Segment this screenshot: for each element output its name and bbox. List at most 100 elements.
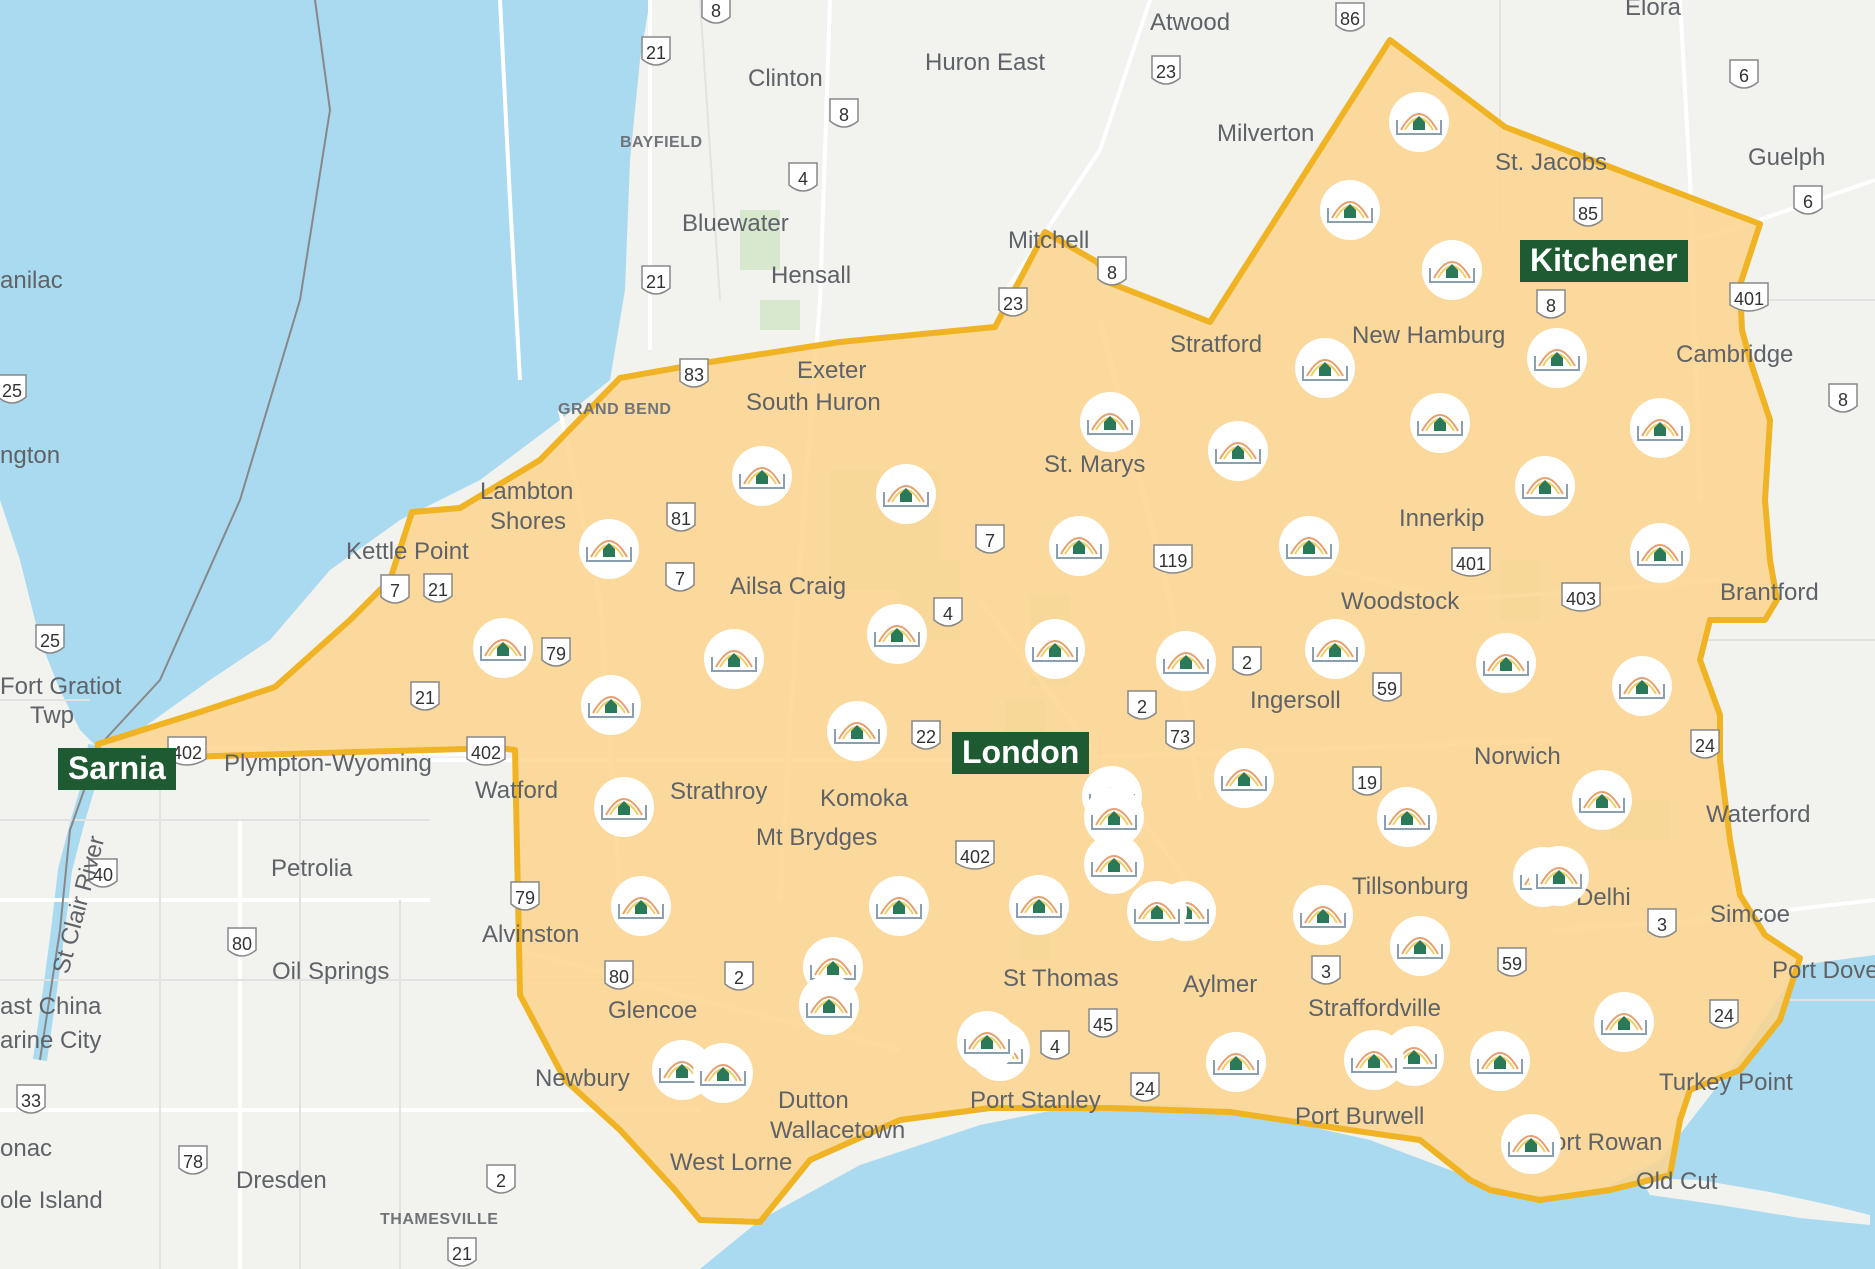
- basemap: 8 8621823 64216858823 40183825817119 4014037…: [0, 0, 1875, 1269]
- location-marker[interactable]: [693, 1043, 753, 1103]
- place-label-lexington: ngton: [0, 442, 60, 469]
- svg-text:6: 6: [1803, 192, 1813, 212]
- location-marker[interactable]: [827, 701, 887, 761]
- location-marker[interactable]: [594, 777, 654, 837]
- route-shield: 23: [1151, 55, 1181, 85]
- svg-text:402: 402: [960, 847, 990, 867]
- place-label-elora: Elora: [1625, 0, 1682, 21]
- svg-text:3: 3: [1321, 962, 1331, 982]
- place-label-woodstock: Woodstock: [1341, 588, 1460, 615]
- place-label-south-huron: South Huron: [746, 389, 881, 416]
- location-marker[interactable]: [869, 876, 929, 936]
- svg-text:85: 85: [1578, 204, 1598, 224]
- location-marker[interactable]: [1527, 328, 1587, 388]
- location-marker[interactable]: [1410, 393, 1470, 453]
- location-marker[interactable]: [1084, 834, 1144, 894]
- route-shield: 24: [1709, 999, 1739, 1029]
- route-shield: 2: [486, 1164, 516, 1194]
- location-marker[interactable]: [611, 876, 671, 936]
- place-label-st-thomas: St Thomas: [1003, 965, 1119, 992]
- route-shield: 22: [911, 720, 941, 750]
- location-marker[interactable]: [1320, 180, 1380, 240]
- route-shield: 80: [227, 927, 257, 957]
- place-label-waterford: Waterford: [1706, 801, 1810, 828]
- location-marker[interactable]: [1476, 633, 1536, 693]
- svg-text:45: 45: [1093, 1015, 1113, 1035]
- location-marker[interactable]: [1049, 516, 1109, 576]
- location-marker[interactable]: [732, 446, 792, 506]
- location-marker[interactable]: [1501, 1114, 1561, 1174]
- location-marker[interactable]: [1612, 656, 1672, 716]
- route-shield: 6: [1793, 185, 1823, 215]
- route-shield: 7: [380, 574, 410, 604]
- svg-text:21: 21: [646, 272, 666, 292]
- place-label-glencoe: Glencoe: [608, 997, 697, 1024]
- location-marker[interactable]: [1389, 92, 1449, 152]
- place-label-atwood: Atwood: [1150, 9, 1230, 36]
- svg-text:73: 73: [1170, 727, 1190, 747]
- city-label-london[interactable]: London: [952, 732, 1090, 774]
- svg-text:25: 25: [40, 631, 60, 651]
- location-marker[interactable]: [1305, 619, 1365, 679]
- service-area-map[interactable]: 8 86 21 8 23 6 4 21 6 85 8 8 23 401 83 8 25 81 7 119 401 403 7…: [0, 0, 1875, 1269]
- svg-text:8: 8: [839, 105, 849, 125]
- route-shield: 21: [410, 681, 440, 711]
- location-marker[interactable]: [1279, 516, 1339, 576]
- location-marker[interactable]: [1214, 748, 1274, 808]
- place-label-milverton: Milverton: [1217, 120, 1314, 147]
- location-marker[interactable]: [1344, 1030, 1404, 1090]
- svg-text:8: 8: [1107, 263, 1117, 283]
- place-label-straffordville: Straffordville: [1308, 995, 1441, 1022]
- location-marker[interactable]: [1127, 881, 1187, 941]
- place-label-st-jacobs: St. Jacobs: [1495, 149, 1607, 176]
- place-label-st-marys: St. Marys: [1044, 451, 1145, 478]
- location-marker[interactable]: [704, 629, 764, 689]
- location-marker[interactable]: [473, 618, 533, 678]
- place-label-fort-gratiot-2: Twp: [30, 702, 74, 729]
- svg-text:59: 59: [1377, 679, 1397, 699]
- location-marker[interactable]: [957, 1011, 1017, 1071]
- route-shield: 79: [510, 881, 540, 911]
- location-marker[interactable]: [1529, 846, 1589, 906]
- place-label-mt-brydges: Mt Brydges: [756, 824, 877, 851]
- location-marker[interactable]: [1630, 523, 1690, 583]
- svg-text:7: 7: [390, 581, 400, 601]
- route-shield: 59: [1372, 672, 1402, 702]
- location-marker[interactable]: [876, 464, 936, 524]
- location-marker[interactable]: [581, 675, 641, 735]
- location-marker[interactable]: [1295, 338, 1355, 398]
- city-label-kitchener[interactable]: Kitchener: [1520, 240, 1688, 282]
- location-marker[interactable]: [799, 975, 859, 1035]
- location-marker[interactable]: [1377, 787, 1437, 847]
- svg-text:2: 2: [734, 968, 744, 988]
- location-marker[interactable]: [1422, 240, 1482, 300]
- route-shield: 3: [1647, 908, 1677, 938]
- svg-text:7: 7: [675, 569, 685, 589]
- svg-text:25: 25: [2, 381, 22, 401]
- route-shield: 73: [1165, 720, 1195, 750]
- location-marker[interactable]: [1025, 619, 1085, 679]
- location-marker[interactable]: [1208, 421, 1268, 481]
- location-marker[interactable]: [1206, 1032, 1266, 1092]
- location-marker[interactable]: [1515, 456, 1575, 516]
- svg-text:3: 3: [1657, 915, 1667, 935]
- location-marker[interactable]: [1080, 392, 1140, 452]
- svg-text:401: 401: [1734, 289, 1764, 309]
- route-shield: 3: [1311, 955, 1341, 985]
- place-label-stratford: Stratford: [1170, 331, 1262, 358]
- location-marker[interactable]: [1470, 1031, 1530, 1091]
- location-marker[interactable]: [867, 604, 927, 664]
- location-marker[interactable]: [1390, 916, 1450, 976]
- location-marker[interactable]: [1293, 885, 1353, 945]
- location-marker[interactable]: [579, 519, 639, 579]
- location-marker[interactable]: [1630, 398, 1690, 458]
- place-label-harsens-island: ole Island: [0, 1187, 103, 1214]
- city-label-sarnia[interactable]: Sarnia: [58, 748, 176, 790]
- svg-text:2: 2: [1242, 653, 1252, 673]
- svg-text:6: 6: [1739, 66, 1749, 86]
- location-marker[interactable]: [1594, 992, 1654, 1052]
- location-marker[interactable]: [1572, 770, 1632, 830]
- location-marker[interactable]: [1156, 631, 1216, 691]
- location-marker[interactable]: [1009, 875, 1069, 935]
- route-shield: 8: [701, 0, 731, 24]
